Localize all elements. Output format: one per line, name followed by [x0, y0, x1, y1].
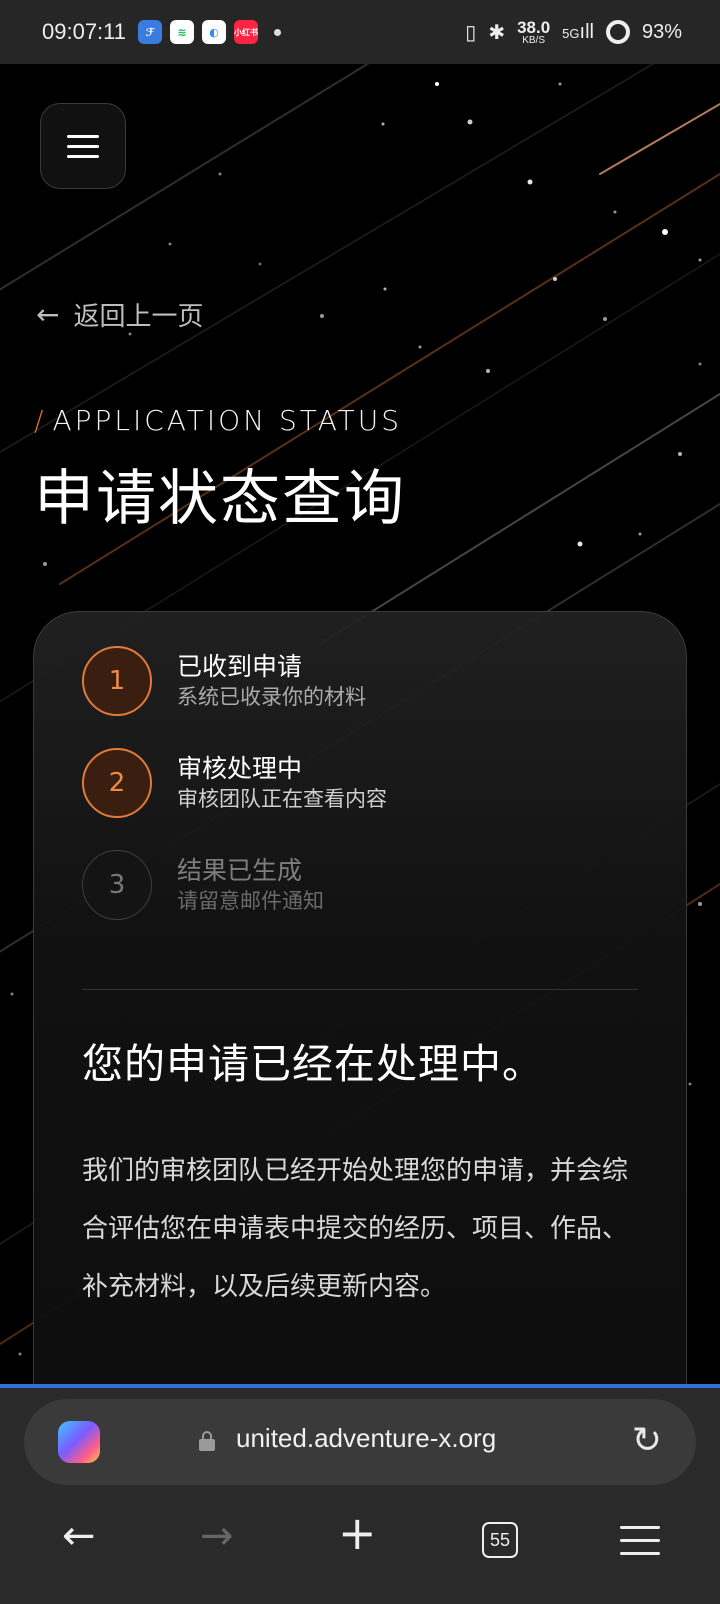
reload-icon[interactable]: ↻ [632, 1423, 662, 1459]
page-load-progress [0, 1384, 720, 1388]
step-title: 结果已生成 [177, 856, 303, 886]
step-reviewing: 2 审核处理中 审核团队正在查看内容 [82, 748, 387, 818]
menu-icon-bar [67, 154, 99, 158]
battery-level: 93% [641, 20, 682, 43]
url-text[interactable]: united.adventure-x.org [236, 1423, 496, 1454]
status-message: 我们的审核团队已经开始处理您的申请，并会综合评估您在申请表中提交的经历、项目、作… [82, 1156, 629, 1302]
status-time: 09:07:11 [42, 19, 127, 44]
tabs-button[interactable]: 55 [482, 1522, 518, 1558]
slash-accent: / [34, 404, 47, 437]
address-bar[interactable]: united.adventure-x.org ↻ [24, 1399, 696, 1485]
app-icon-3: ◐ [202, 20, 227, 44]
xiaohongshu-icon: 小红书 [234, 20, 259, 44]
menu-icon-bar [67, 134, 99, 138]
net-speed: 38.0 KB/S [517, 17, 551, 46]
step-received: 1 已收到申请 系统已收录你的材料 [82, 646, 366, 716]
step-description: 请留意邮件通知 [177, 888, 324, 913]
back-arrow-icon[interactable]: ← [62, 1516, 96, 1556]
step-description: 系统已收录你的材料 [177, 684, 366, 709]
spotify-icon: ≋ [170, 20, 195, 44]
status-heading: 您的申请已经在处理中。 [82, 1040, 544, 1088]
step-result: 3 结果已生成 请留意邮件通知 [82, 850, 324, 920]
notification-dot [274, 28, 282, 36]
lock-icon[interactable] [199, 1431, 215, 1451]
new-tab-icon[interactable]: + [338, 1510, 377, 1556]
step-title: 审核处理中 [177, 754, 303, 784]
forward-arrow-icon[interactable]: → [200, 1516, 234, 1556]
app-icon-1: ℱ [138, 20, 163, 44]
eyebrow-label: / APPLICATION STATUS [34, 404, 403, 437]
vibrate-icon: ▯ [465, 21, 477, 44]
status-bar: 09:07:11 ℱ ≋ ◐ 小红书 ▯ ✱ 38.0 KB/S 5Gıll 9… [0, 0, 720, 64]
divider [82, 989, 638, 990]
signal-icon: 5Gıll [562, 20, 594, 43]
step-number: 1 [82, 646, 152, 716]
browser-menu-icon[interactable] [620, 1526, 660, 1565]
bluetooth-icon: ✱ [488, 21, 506, 44]
page-title: 申请状态查询 [34, 464, 406, 534]
menu-button[interactable] [40, 103, 126, 189]
step-description: 审核团队正在查看内容 [177, 786, 387, 811]
back-label: 返回上一页 [73, 302, 204, 332]
browser-toolbar: united.adventure-x.org ↻ ← → + 55 [0, 1384, 720, 1604]
step-number: 3 [82, 850, 152, 920]
arrow-left-icon: ← [36, 298, 60, 331]
status-card: 1 已收到申请 系统已收录你的材料 2 审核处理中 审核团队正在查看内容 3 结… [33, 611, 687, 1431]
step-number: 2 [82, 748, 152, 818]
step-title: 已收到申请 [177, 652, 303, 682]
back-link[interactable]: ← 返回上一页 [36, 296, 203, 333]
menu-icon-bar [67, 144, 99, 148]
battery-icon [605, 20, 630, 44]
copilot-icon[interactable] [58, 1421, 100, 1463]
browser-nav-row: ← → + 55 [0, 1504, 720, 1594]
